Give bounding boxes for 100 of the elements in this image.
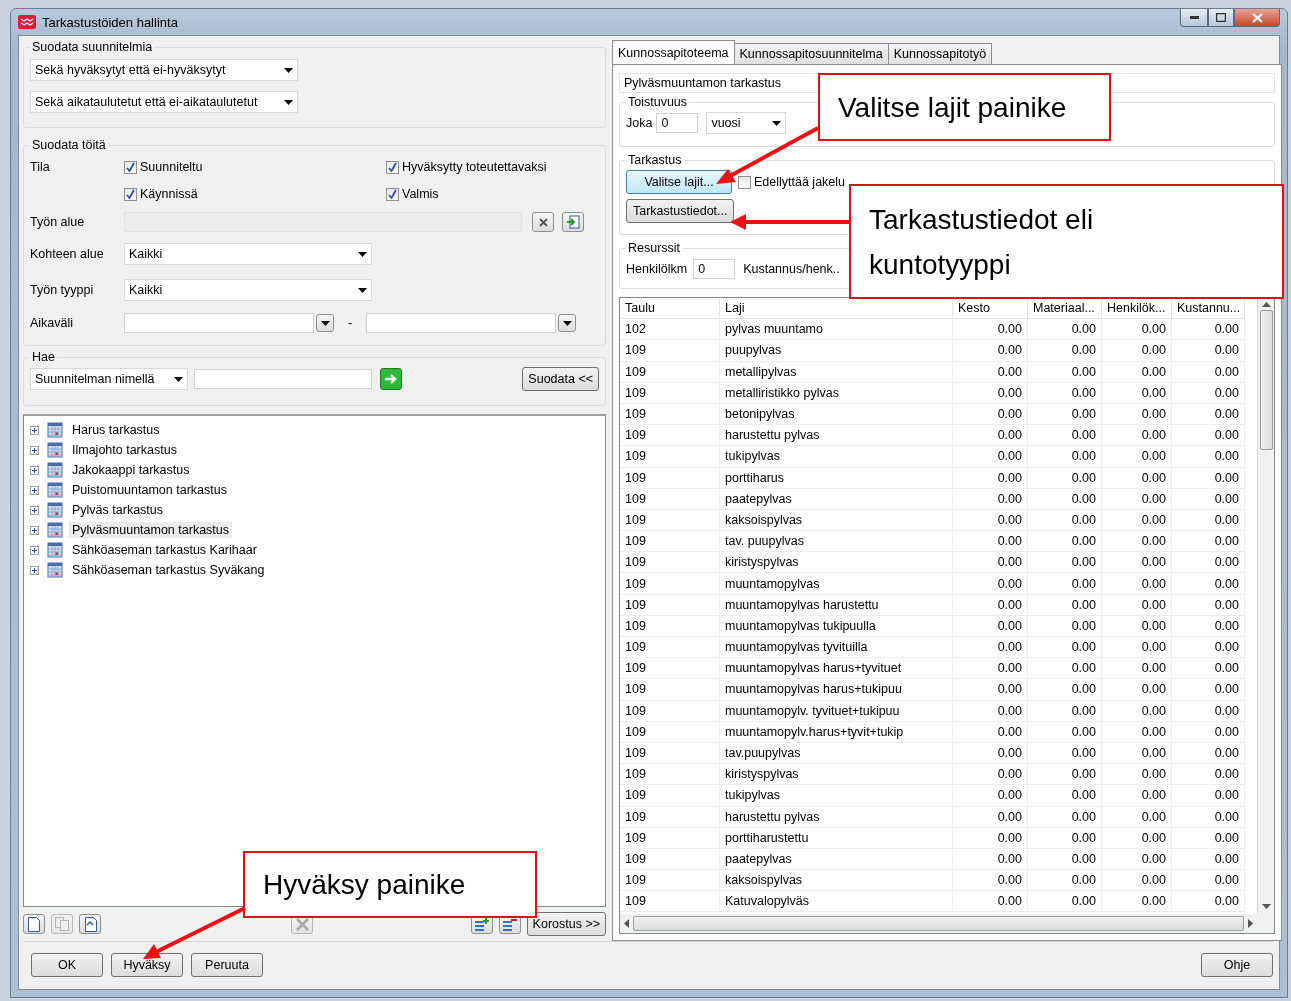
column-header[interactable]: Henkilök... — [1102, 298, 1172, 320]
inspection-details-button[interactable]: Tarkastustiedot... — [626, 199, 734, 223]
expand-icon[interactable] — [30, 465, 39, 475]
date-field[interactable] — [124, 313, 314, 333]
scrollbar-thumb[interactable] — [1259, 310, 1273, 450]
table-cell: 0.00 — [953, 361, 1028, 383]
persons-field[interactable]: 0 — [693, 259, 736, 279]
table-cell: tav. puupylvas — [720, 531, 953, 553]
import-icon — [566, 215, 580, 229]
work-type-dropdown[interactable]: Kaikki — [124, 279, 372, 301]
tree-item[interactable]: Ilmajohto tarkastus — [69, 442, 180, 458]
table-cell: 0.00 — [1172, 891, 1245, 913]
tree-item[interactable]: Sähköaseman tarkastus Karihaar — [69, 542, 260, 558]
expand-icon[interactable] — [30, 525, 39, 535]
table-cell: 0.00 — [1102, 488, 1172, 510]
checkbox[interactable] — [738, 175, 751, 189]
expand-icon[interactable] — [30, 505, 39, 515]
table-cell: 109 — [620, 340, 720, 362]
pick-area-button[interactable] — [562, 212, 584, 232]
table-cell: 0.00 — [1102, 785, 1172, 807]
tree-item[interactable]: Pylväs tarkastus — [69, 502, 166, 518]
table-cell: 0.00 — [1102, 552, 1172, 574]
tree-item[interactable]: Harus tarkastus — [69, 422, 163, 438]
expand-icon[interactable] — [30, 425, 39, 435]
table-cell: 0.00 — [1028, 679, 1102, 701]
schedule-dropdown[interactable]: Sekä aikataulutetut että ei-aikataulutetut — [30, 91, 298, 113]
select-types-button[interactable]: Valitse lajit... — [626, 170, 732, 194]
unit-dropdown[interactable]: vuosi — [706, 112, 787, 134]
calendar-icon — [47, 562, 63, 578]
help-button[interactable]: Ohje — [1201, 952, 1273, 977]
date-picker-button[interactable] — [316, 314, 334, 332]
calendar-icon — [47, 522, 63, 538]
dialog-button[interactable]: Hyväksy — [111, 952, 183, 977]
table-cell: 0.00 — [1028, 319, 1102, 341]
table-cell: 102 — [620, 319, 720, 341]
scroll-down-icon[interactable] — [1261, 904, 1271, 910]
tree-item[interactable]: Jakokaappi tarkastus — [69, 462, 193, 478]
column-header[interactable]: Laji — [720, 298, 953, 320]
date-picker-button[interactable] — [558, 314, 577, 332]
search-mode-dropdown[interactable]: Suunnitelman nimellä — [30, 368, 188, 390]
tree-item[interactable]: Puistomuuntamon tarkastus — [69, 482, 230, 498]
field-label: Joka — [626, 116, 653, 130]
column-header[interactable]: Kesto — [953, 298, 1028, 320]
checkbox[interactable] — [386, 187, 399, 201]
column-header[interactable]: Kustannu... — [1172, 298, 1245, 320]
table-cell: 109 — [620, 827, 720, 849]
table-cell: 0.00 — [1102, 848, 1172, 871]
table-cell: 0.00 — [953, 573, 1028, 595]
clear-button[interactable] — [532, 212, 554, 232]
go-button[interactable] — [380, 368, 402, 390]
table-cell: 0.00 — [953, 742, 1028, 765]
group-title: Toistuvuus — [627, 95, 689, 109]
scroll-up-icon[interactable] — [1261, 302, 1271, 308]
scrollbar-thumb[interactable] — [633, 916, 1244, 931]
vertical-scrollbar[interactable] — [1257, 298, 1274, 914]
calendar-icon — [47, 422, 63, 438]
tab[interactable]: Kunnossapitosuunnitelma — [733, 43, 889, 64]
tab[interactable]: Kunnossapitoteema — [612, 40, 735, 64]
highlight-button[interactable]: Korostus >> — [526, 912, 606, 936]
group-title: Suodata töitä — [31, 138, 107, 152]
minimize-button[interactable] — [1180, 9, 1208, 27]
table-cell: 0.00 — [1172, 806, 1245, 828]
dialog-button[interactable]: Peruuta — [191, 952, 263, 977]
expand-icon[interactable] — [30, 545, 39, 555]
date-field[interactable] — [366, 313, 557, 333]
tree-item[interactable]: Sähköaseman tarkastus Syväkang — [69, 562, 268, 578]
table-cell: 0.00 — [1028, 552, 1102, 574]
column-header[interactable]: Taulu — [620, 298, 720, 320]
table-cell: Katuvalopylväs — [720, 891, 953, 913]
search-field[interactable] — [194, 369, 372, 389]
interval-field[interactable]: 0 — [656, 113, 699, 133]
table-cell: 0.00 — [953, 848, 1028, 871]
expand-icon[interactable] — [30, 445, 39, 455]
approval-dropdown[interactable]: Sekä hyväksytyt että ei-hyväksytyt — [30, 59, 298, 81]
table-cell: paatepylvas — [720, 848, 953, 871]
scroll-right-icon[interactable] — [1248, 919, 1253, 928]
maximize-button[interactable] — [1208, 9, 1234, 27]
target-area-dropdown[interactable]: Kaikki — [124, 243, 372, 265]
close-button[interactable] — [1234, 9, 1280, 27]
table-cell: 0.00 — [1102, 594, 1172, 616]
table-cell: 0.00 — [953, 679, 1028, 701]
dropdown-arrow-icon — [772, 120, 782, 126]
table-cell: 0.00 — [1102, 827, 1172, 849]
checkbox[interactable] — [386, 160, 399, 174]
edit-document-button[interactable] — [79, 914, 101, 934]
filter-button[interactable]: Suodata << — [522, 367, 599, 391]
dialog-button[interactable]: OK — [31, 952, 103, 977]
tab[interactable]: Kunnossapitotyö — [887, 43, 993, 64]
table-cell: 0.00 — [1028, 573, 1102, 595]
tree-item[interactable]: Pylväsmuuntamon tarkastus — [69, 522, 232, 538]
checkbox[interactable] — [124, 160, 137, 174]
table-cell: 0.00 — [953, 509, 1028, 532]
calendar-icon — [47, 462, 63, 478]
new-document-button[interactable] — [23, 914, 45, 934]
expand-icon[interactable] — [30, 565, 39, 575]
column-header[interactable]: Materiaal... — [1028, 298, 1102, 320]
expand-icon[interactable] — [30, 485, 39, 495]
scroll-left-icon[interactable] — [624, 919, 629, 928]
checkbox[interactable] — [124, 187, 137, 201]
close-icon — [295, 917, 309, 931]
